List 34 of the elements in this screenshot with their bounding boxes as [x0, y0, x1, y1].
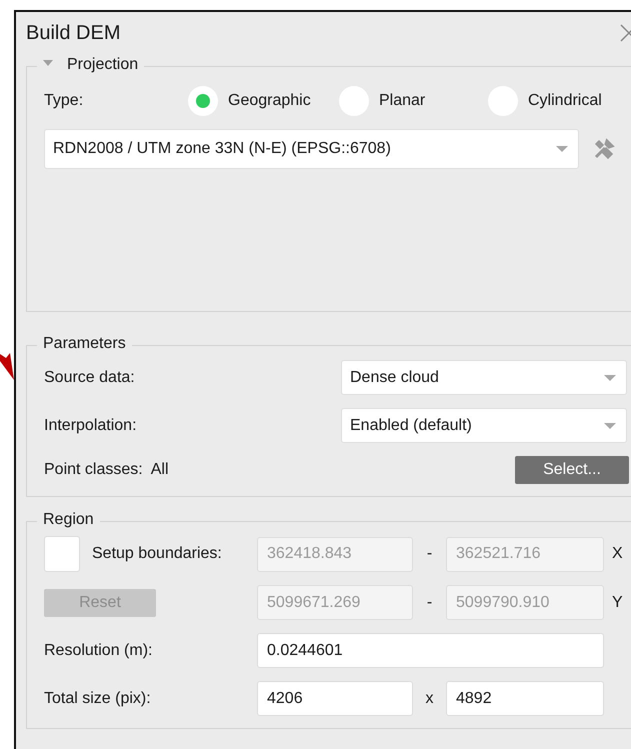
field-label: Type: [44, 92, 84, 110]
group-title: Projection [67, 56, 138, 74]
axis-label: Y [611, 594, 624, 612]
range-separator: - [426, 594, 434, 612]
tools-icon[interactable] [593, 138, 615, 160]
checkbox-label: Setup boundaries: [92, 545, 222, 563]
field-label: Resolution (m): [44, 642, 154, 660]
field-label: Interpolation: [44, 416, 138, 434]
window-title: Build DEM [25, 21, 122, 46]
dropdown[interactable]: Dense cloud [341, 360, 627, 395]
close-icon[interactable] [620, 24, 631, 42]
caret-icon[interactable] [604, 374, 616, 380]
radio-button[interactable] [188, 86, 218, 116]
height-field[interactable]: 4892 [446, 681, 604, 716]
select-button[interactable]: Select... [515, 456, 629, 484]
field-label: Source data: [44, 368, 136, 386]
field-label: Total size (pix): [44, 690, 152, 708]
resolution-field[interactable]: 0.0244601 [257, 633, 604, 668]
size-separator: x [424, 690, 434, 708]
range-separator: - [426, 545, 434, 563]
group-title: Region [43, 511, 94, 529]
axis-label: X [611, 545, 624, 563]
dropdown[interactable]: RDN2008 / UTM zone 33N (N-E) (EPSG::6708) [44, 129, 579, 169]
checkbox[interactable] [44, 536, 80, 572]
annotation-arrow [0, 352, 15, 382]
caret-icon[interactable] [604, 422, 616, 428]
point-classes-text: Point classes: All [44, 461, 170, 479]
radio-label: Cylindrical [528, 92, 602, 110]
radio-label: Geographic [228, 92, 312, 110]
caret-icon[interactable] [556, 146, 568, 152]
group-title: Parameters [43, 335, 126, 353]
radio-label: Planar [379, 92, 426, 110]
dropdown[interactable]: Enabled (default) [341, 408, 627, 443]
width-field[interactable]: 4206 [257, 681, 413, 716]
